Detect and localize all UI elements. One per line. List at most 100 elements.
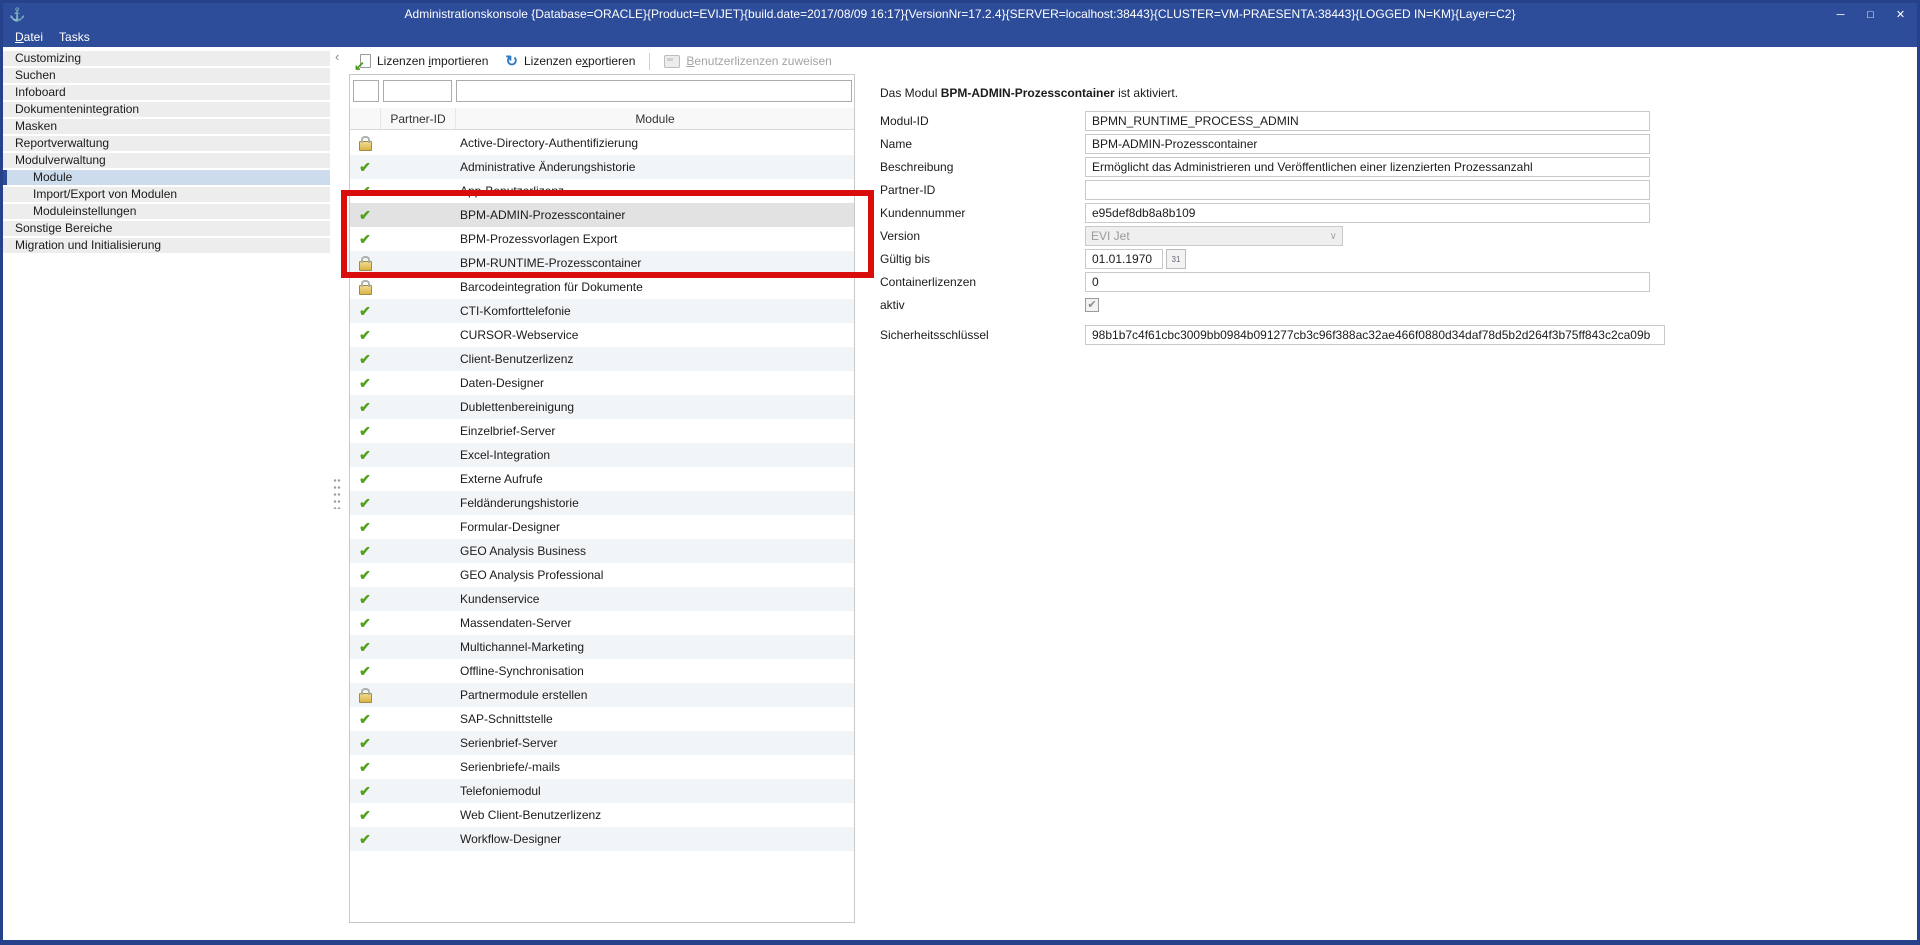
module-row-workflow-designer[interactable]: ✔Workflow-Designer	[350, 827, 854, 851]
calendar-icon[interactable]: 31	[1166, 249, 1186, 269]
module-name-cell: Web Client-Benutzerlizenz	[454, 808, 854, 822]
module-row-bpm-admin-prozesscontainer[interactable]: ✔BPM-ADMIN-Prozesscontainer	[350, 203, 854, 227]
module-row-bpm-runtime-prozesscontainer[interactable]: BPM-RUNTIME-Prozesscontainer	[350, 251, 854, 275]
module-name-cell: BPM-ADMIN-Prozesscontainer	[454, 208, 854, 222]
module-name-cell: Serienbrief-Server	[454, 736, 854, 750]
select-value: EVI Jet	[1091, 229, 1130, 243]
field-label: Partner-ID	[880, 183, 1085, 197]
sidebar-collapse-icon[interactable]: ‹	[335, 49, 339, 64]
status-cell: ✔	[350, 808, 380, 822]
module-row-geo-analysis-professional[interactable]: ✔GEO Analysis Professional	[350, 563, 854, 587]
status-cell: ✔	[350, 736, 380, 750]
module-row-excel-integration[interactable]: ✔Excel-Integration	[350, 443, 854, 467]
module-name-cell: SAP-Schnittstelle	[454, 712, 854, 726]
filter-module-input[interactable]	[456, 80, 852, 102]
module-row-telefoniemodul[interactable]: ✔Telefoniemodul	[350, 779, 854, 803]
column-header-module[interactable]: Module	[455, 108, 854, 129]
name-field[interactable]: BPM-ADMIN-Prozesscontainer	[1085, 134, 1650, 154]
filter-status-input[interactable]	[353, 80, 379, 102]
module-row-formular-designer[interactable]: ✔Formular-Designer	[350, 515, 854, 539]
containerlizenzen-field[interactable]: 0	[1085, 272, 1650, 292]
check-icon: ✔	[359, 736, 371, 750]
sidebar-item-import-export-von-modulen[interactable]: Import/Export von Modulen	[3, 187, 330, 202]
field-label: Version	[880, 229, 1085, 243]
sidebar-item-masken[interactable]: Masken	[3, 119, 330, 134]
check-icon: ✔	[359, 712, 371, 726]
sidebar-item-moduleinstellungen[interactable]: Moduleinstellungen	[3, 204, 330, 219]
sidebar-nav: Customizing Suchen Infoboard Dokumenteninte…	[3, 51, 330, 255]
sidebar-item-infoboard[interactable]: Infoboard	[3, 85, 330, 100]
gültig-bis-field[interactable]: 01.01.1970	[1085, 249, 1163, 269]
modul-id-field[interactable]: BPMN_RUNTIME_PROCESS_ADMIN	[1085, 111, 1650, 131]
maximize-button[interactable]: □	[1864, 8, 1877, 22]
filter-partner-id-input[interactable]	[383, 80, 452, 102]
module-row-daten-designer[interactable]: ✔Daten-Designer	[350, 371, 854, 395]
check-icon: ✔	[359, 664, 371, 678]
module-row-cursor-webservice[interactable]: ✔CURSOR-Webservice	[350, 323, 854, 347]
toolbar-button-lizenzen-exportieren[interactable]: ↻Lizenzen exportieren	[498, 51, 642, 72]
sidebar-item-sonstige-bereiche[interactable]: Sonstige Bereiche	[3, 221, 330, 236]
module-table: Partner-ID Module Active-Directory-Authe…	[349, 74, 855, 923]
menu-item-tasks[interactable]: Tasks	[51, 28, 98, 46]
module-row-sap-schnittstelle[interactable]: ✔ SAP-Schnittstelle	[350, 707, 854, 731]
module-row-partnermodule-erstellen[interactable]: Partnermodule erstellen	[350, 683, 854, 707]
module-status-text: Das Modul BPM-ADMIN-Prozesscontainer ist…	[880, 86, 1178, 100]
module-name-cell: Kundenservice	[454, 592, 854, 606]
module-row-cti-komforttelefonie[interactable]: ✔CTI-Komforttelefonie	[350, 299, 854, 323]
sidebar-item-suchen[interactable]: Suchen	[3, 68, 330, 83]
module-row-app-benutzerlizenz[interactable]: ✔ App-Benutzerlizenz	[350, 179, 854, 203]
status-cell: ✔	[350, 184, 380, 198]
toolbar: ↙Lizenzen importieren↻Lizenzen exportier…	[349, 48, 1913, 74]
sidebar-item-migration-und-initialisierung[interactable]: Migration und Initialisierung	[3, 238, 330, 253]
partner-id-field[interactable]	[1085, 180, 1650, 200]
module-name-cell: CTI-Komforttelefonie	[454, 304, 854, 318]
chevron-down-icon: ∨	[1330, 231, 1337, 242]
toolbar-button-lizenzen-importieren[interactable]: ↙Lizenzen importieren	[349, 51, 495, 72]
splitter-handle[interactable]	[333, 477, 341, 509]
column-header-partner-id[interactable]: Partner-ID	[380, 108, 455, 129]
sidebar-item-reportverwaltung[interactable]: Reportverwaltung	[3, 136, 330, 151]
version-select[interactable]: EVI Jet ∨	[1085, 226, 1343, 246]
beschreibung-field[interactable]: Ermöglicht das Administrieren und Veröff…	[1085, 157, 1650, 177]
minimize-button[interactable]: ─	[1834, 8, 1847, 22]
module-row-kundenservice[interactable]: ✔Kundenservice	[350, 587, 854, 611]
window-title: Administrationskonsole {Database=ORACLE}…	[3, 7, 1917, 21]
module-row-einzelbrief-server[interactable]: ✔Einzelbrief-Server	[350, 419, 854, 443]
status-cell	[350, 688, 380, 703]
module-row-bpm-prozessvorlagen-export[interactable]: ✔BPM-Prozessvorlagen Export	[350, 227, 854, 251]
aktiv-checkbox[interactable]: ✔	[1085, 298, 1099, 312]
sidebar-item-modulverwaltung[interactable]: Modulverwaltung	[3, 153, 330, 168]
sidebar-item-customizing[interactable]: Customizing	[3, 51, 330, 66]
field-label: Name	[880, 137, 1085, 151]
sidebar-item-module[interactable]: Module	[3, 170, 330, 185]
module-row-massendaten-server[interactable]: ✔Massendaten-Server	[350, 611, 854, 635]
sidebar-item-dokumentenintegration[interactable]: Dokumentenintegration	[3, 102, 330, 117]
close-button[interactable]: ✕	[1894, 8, 1907, 22]
sicherheitsschlüssel-field[interactable]: 98b1b7c4f61cbc3009bb0984b091277cb3c96f38…	[1085, 325, 1665, 345]
module-row-active-directory-authentifizierung[interactable]: Active-Directory-Authentifizierung	[350, 131, 854, 155]
field-label: aktiv	[880, 298, 1085, 312]
module-row-multichannel-marketing[interactable]: ✔Multichannel-Marketing	[350, 635, 854, 659]
check-icon: ✔	[359, 472, 371, 486]
menu-item-datei[interactable]: Datei	[7, 28, 51, 46]
toolbar-button-benutzerlizenzen-zuweisen: Benutzerlizenzen zuweisen	[657, 51, 838, 71]
module-row-administrative-änderungshistorie[interactable]: ✔Administrative Änderungshistorie	[350, 155, 854, 179]
module-row-web-client-benutzerlizenz[interactable]: ✔ Web Client-Benutzerlizenz	[350, 803, 854, 827]
lock-icon	[359, 261, 372, 271]
export-license-icon: ↻	[505, 54, 518, 69]
module-name-cell: CURSOR-Webservice	[454, 328, 854, 342]
module-row-dublettenbereinigung[interactable]: ✔Dublettenbereinigung	[350, 395, 854, 419]
kundennummer-field[interactable]: e95def8db8a8b109	[1085, 203, 1650, 223]
module-row-barcodeintegration-für-dokumente[interactable]: Barcodeintegration für Dokumente	[350, 275, 854, 299]
module-row-serienbriefe-mails[interactable]: ✔Serienbriefe/-mails	[350, 755, 854, 779]
status-module-name: BPM-ADMIN-Prozesscontainer	[941, 86, 1115, 100]
module-row-client-benutzerlizenz[interactable]: ✔Client-Benutzerlizenz	[350, 347, 854, 371]
check-icon: ✔	[359, 640, 371, 654]
module-name-cell: App-Benutzerlizenz	[454, 184, 854, 198]
module-row-feldänderungshistorie[interactable]: ✔Feldänderungshistorie	[350, 491, 854, 515]
module-row-serienbrief-server[interactable]: ✔ Serienbrief-Server	[350, 731, 854, 755]
module-row-geo-analysis-business[interactable]: ✔GEO Analysis Business	[350, 539, 854, 563]
module-row-externe-aufrufe[interactable]: ✔Externe Aufrufe	[350, 467, 854, 491]
module-row-offline-synchronisation[interactable]: ✔Offline-Synchronisation	[350, 659, 854, 683]
status-cell: ✔	[350, 160, 380, 174]
